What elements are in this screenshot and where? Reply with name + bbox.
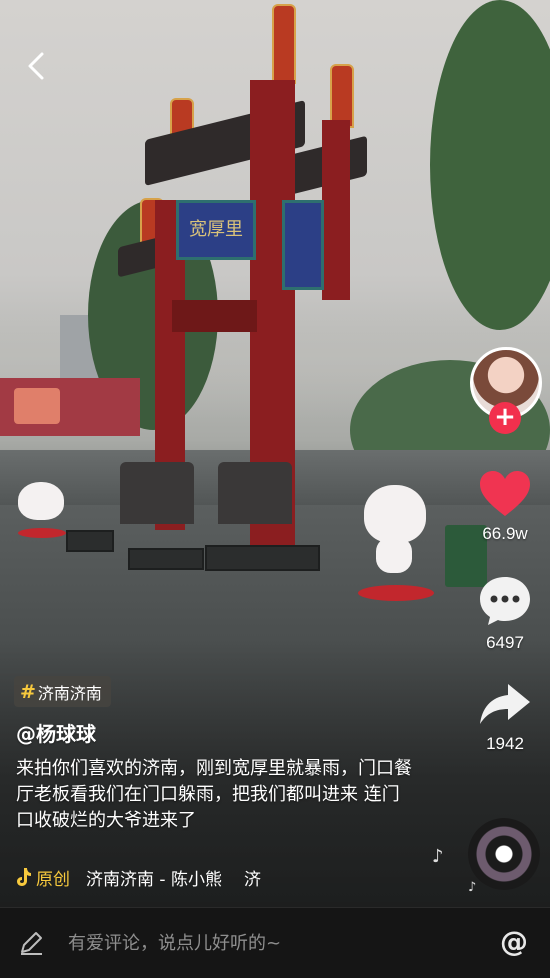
- share-arrow-icon: [480, 684, 530, 724]
- music-note-icon: ♪: [432, 846, 444, 867]
- pencil-icon: [21, 932, 42, 955]
- archway-base-left: [120, 462, 194, 524]
- bench-left: [66, 530, 114, 552]
- tree-right-top: [430, 0, 550, 330]
- red-banner: [0, 378, 140, 436]
- comment-input[interactable]: [68, 928, 448, 958]
- music-track-scroll: 济: [243, 869, 261, 890]
- comment-button[interactable]: 6497: [460, 575, 550, 653]
- archway-base-center: [218, 462, 292, 524]
- share-button[interactable]: 1942: [460, 682, 550, 754]
- music-note-icon-small: ♪: [468, 880, 477, 895]
- bench-center: [128, 548, 204, 570]
- heart-icon: [480, 471, 530, 516]
- topic-label: 济南济南: [37, 683, 102, 703]
- video-caption: 来拍你们喜欢的济南，刚到宽厚里就暴雨，门口餐厅老板看我们在门口躲雨，把我们都叫进…: [16, 758, 412, 831]
- archway-finial-center: [272, 4, 296, 84]
- archway-panel-right: [282, 200, 324, 290]
- cartoon-figure-left: [16, 482, 66, 540]
- comment-count: 6497: [486, 633, 524, 652]
- topic-tag[interactable]: # 济南济南: [14, 676, 111, 707]
- archway-plinth: [205, 545, 320, 571]
- chevron-left-icon: [28, 52, 44, 80]
- archway-sign: 宽厚里: [176, 200, 256, 260]
- comment-bubble-icon: [480, 577, 530, 625]
- cartoon-figure-right: [358, 485, 434, 603]
- mention-at-button[interactable]: @: [500, 925, 528, 958]
- like-button[interactable]: 66.9w: [460, 470, 550, 544]
- plus-icon: +: [494, 402, 516, 432]
- like-count: 66.9w: [482, 524, 528, 543]
- tiktok-note-icon: [17, 868, 31, 886]
- follow-button[interactable]: +: [489, 402, 521, 434]
- archway-beam: [172, 300, 257, 332]
- music-info[interactable]: 原创 济南济南 - 陈小熊 济: [16, 864, 316, 890]
- share-count: 1942: [486, 734, 524, 753]
- creator-username[interactable]: @杨球球: [16, 718, 96, 747]
- original-sound-label: 原创: [36, 869, 70, 890]
- archway-pillar-right: [322, 120, 350, 300]
- comment-bar: @: [0, 907, 550, 978]
- archway-sign-text: 宽厚里: [189, 219, 243, 240]
- hashtag-icon: #: [20, 680, 36, 703]
- back-button[interactable]: [24, 50, 52, 82]
- music-track-title: 济南济南 - 陈小熊: [86, 869, 222, 890]
- music-disc[interactable]: [468, 818, 540, 890]
- archway-finial-right: [330, 64, 354, 128]
